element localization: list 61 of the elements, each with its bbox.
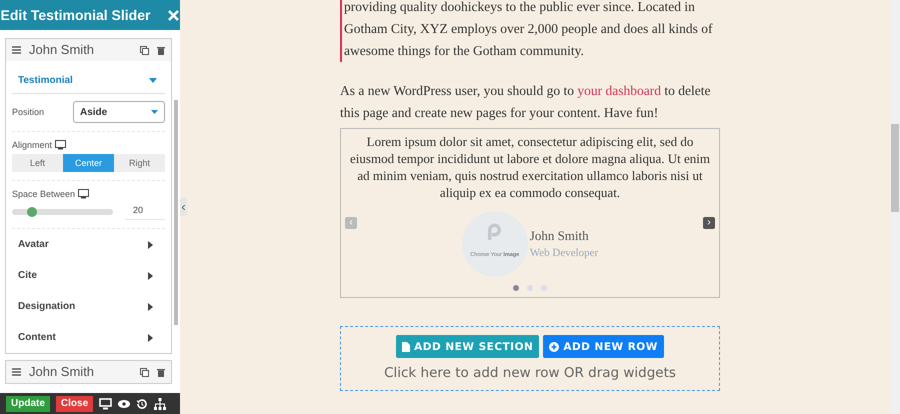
paragraph: As a new WordPress user, you should go to your dashboard to delete this page and create new pages for your content. Have fun! xyxy=(340,82,712,122)
slide-dot[interactable] xyxy=(541,285,547,291)
add-section-button[interactable]: ADD NEW SECTION xyxy=(396,335,540,358)
add-row-button[interactable]: ADD NEW ROW xyxy=(543,335,664,358)
field-label: Space Between xyxy=(12,189,76,199)
eye-icon[interactable] xyxy=(118,400,130,408)
drop-zone[interactable]: ADD NEW SECTION ADD NEW ROW Click here to add new row OR drag widgets xyxy=(340,326,720,391)
author-name: John Smith xyxy=(530,227,590,245)
group-header[interactable]: Avatar xyxy=(12,229,165,260)
update-button[interactable]: Update xyxy=(6,396,50,412)
close-icon[interactable] xyxy=(168,10,180,20)
alignment-option[interactable]: Right xyxy=(114,154,165,172)
position-select[interactable]: Aside xyxy=(73,101,165,123)
trash-icon[interactable] xyxy=(157,368,165,376)
alignment-option[interactable]: Left xyxy=(12,154,63,172)
field-label: Position xyxy=(12,107,44,117)
section-title: Testimonial xyxy=(18,74,73,86)
logo-icon xyxy=(486,222,504,240)
slider-track[interactable] xyxy=(12,208,113,214)
menu-icon[interactable] xyxy=(12,46,21,54)
caret-down-icon xyxy=(151,110,158,114)
group-title: Avatar xyxy=(18,239,49,250)
menu-icon[interactable] xyxy=(12,368,21,376)
field-label: Alignment xyxy=(12,140,52,150)
group-header[interactable]: Content xyxy=(12,322,165,353)
group-title: Content xyxy=(18,332,56,343)
next-button[interactable]: › xyxy=(703,217,715,229)
group-title: Cite xyxy=(18,270,37,281)
testimonial-quote: Lorem ipsum dolor sit amet, consectetur adipiscing elit, sed do eiusmod tempor incididunt ut labore et dolore magna aliqua. Ut enim ad minim veniam, quis nostrud exercitation ullamco laboris nisi ut aliquip ex ea commodo consequat. xyxy=(349,133,711,201)
paragraph: providing quality doohickeys to the public ever since. Located in Gotham City, XYZ employs over 2,000 people and does all kinds of awesome things for the Gotham community. xyxy=(340,0,720,62)
item-header[interactable]: John Smith xyxy=(6,361,171,383)
document-icon xyxy=(402,342,410,352)
scrollbar-thumb[interactable] xyxy=(174,100,178,325)
monitor-icon[interactable] xyxy=(99,398,112,410)
copy-icon[interactable] xyxy=(140,46,149,54)
section-header[interactable]: Testimonial xyxy=(12,67,165,94)
slider-thumb[interactable] xyxy=(27,206,38,216)
item-header[interactable]: John Smith xyxy=(6,39,171,61)
scrollbar[interactable] xyxy=(890,0,900,414)
slide-dot[interactable] xyxy=(527,285,533,291)
close-button[interactable]: Close xyxy=(56,396,94,412)
collapse-handle[interactable] xyxy=(180,198,187,216)
plus-icon xyxy=(549,342,560,352)
trash-icon[interactable] xyxy=(157,46,165,54)
copy-icon[interactable] xyxy=(140,368,149,376)
sitemap-icon[interactable] xyxy=(154,398,166,410)
item-name: John Smith xyxy=(29,363,96,381)
author-role: Web Developer xyxy=(530,246,598,261)
drop-hint: Click here to add new row OR drag widgets xyxy=(384,364,676,383)
monitor-icon xyxy=(78,189,90,199)
slide-dot[interactable] xyxy=(513,285,519,291)
monitor-icon xyxy=(55,140,66,150)
number-field[interactable]: 20 xyxy=(125,203,165,220)
item-name: John Smith xyxy=(29,41,96,59)
group-header[interactable]: Designation xyxy=(12,291,165,322)
group-title: Designation xyxy=(18,301,76,312)
panel-title: Edit Testimonial Slider xyxy=(0,7,150,23)
alignment-option[interactable]: Center xyxy=(63,154,114,172)
dashboard-link[interactable]: your dashboard xyxy=(577,83,661,98)
history-icon[interactable] xyxy=(136,398,148,410)
group-header[interactable]: Cite xyxy=(12,260,165,291)
